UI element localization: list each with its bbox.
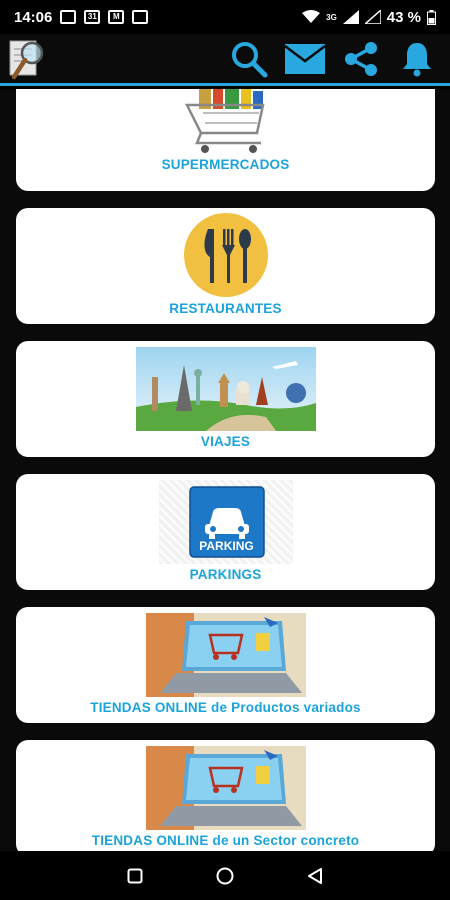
category-label: RESTAURANTES <box>169 301 282 316</box>
search-icon <box>232 41 268 77</box>
category-card-viajes[interactable]: VIAJES <box>16 341 435 457</box>
status-time: 14:06 <box>14 8 53 26</box>
shopping-cart-icon <box>184 89 265 153</box>
battery-text: 43 % <box>386 8 421 26</box>
cutlery-icon <box>183 213 268 297</box>
share-button[interactable] <box>340 38 382 80</box>
gallery-icon <box>132 10 149 24</box>
mail-button[interactable] <box>284 38 326 80</box>
signal-icon-2 <box>364 10 381 24</box>
category-label: TIENDAS ONLINE de un Sector concreto <box>91 833 360 848</box>
category-label: SUPERMERCADOS <box>161 157 290 172</box>
calendar-icon: 31 <box>84 10 101 24</box>
category-label: TIENDAS ONLINE de Productos variados <box>90 700 361 715</box>
network-type: 3G <box>326 12 337 22</box>
category-card-tiendas-online-sector[interactable]: TIENDAS ONLINE de un Sector concreto <box>16 740 435 851</box>
notification-icon <box>60 10 77 24</box>
wifi-icon <box>302 10 321 23</box>
back-icon <box>308 867 322 884</box>
notifications-button[interactable] <box>396 38 438 80</box>
home-button[interactable] <box>205 856 245 896</box>
bell-icon <box>403 42 431 76</box>
category-card-tiendas-online-variados[interactable]: TIENDAS ONLINE de Productos variados <box>16 607 435 723</box>
home-icon <box>216 867 234 884</box>
mail-icon <box>285 43 325 74</box>
recents-icon <box>127 868 143 883</box>
app-logo-icon[interactable] <box>8 37 48 81</box>
online-shopping-image <box>145 613 306 697</box>
app-bar <box>0 34 450 86</box>
parking-sign-text: PARKING <box>199 539 254 553</box>
system-nav-bar <box>0 851 450 900</box>
category-card-parkings[interactable]: PARKING PARKINGS <box>16 474 435 590</box>
signal-icon <box>342 10 359 24</box>
battery-icon <box>427 9 436 25</box>
category-card-supermercados[interactable]: SUPERMERCADOS <box>16 89 435 191</box>
online-shopping-image-2 <box>145 746 306 830</box>
back-button[interactable] <box>295 856 335 896</box>
gmail-icon: M <box>108 10 125 24</box>
search-button[interactable] <box>228 38 270 80</box>
category-label: VIAJES <box>200 434 251 449</box>
parking-image-bg: PARKING <box>158 480 293 564</box>
status-bar: 14:06 31 M 3G 43 % <box>0 0 450 34</box>
world-landmarks-image <box>135 347 316 431</box>
share-icon <box>345 41 377 76</box>
category-label: PARKINGS <box>189 567 262 582</box>
recents-button[interactable] <box>115 856 155 896</box>
category-card-restaurantes[interactable]: RESTAURANTES <box>16 208 435 324</box>
category-list: SUPERMERCADOS RESTAURANTES VIAJES PARKIN… <box>0 89 450 851</box>
